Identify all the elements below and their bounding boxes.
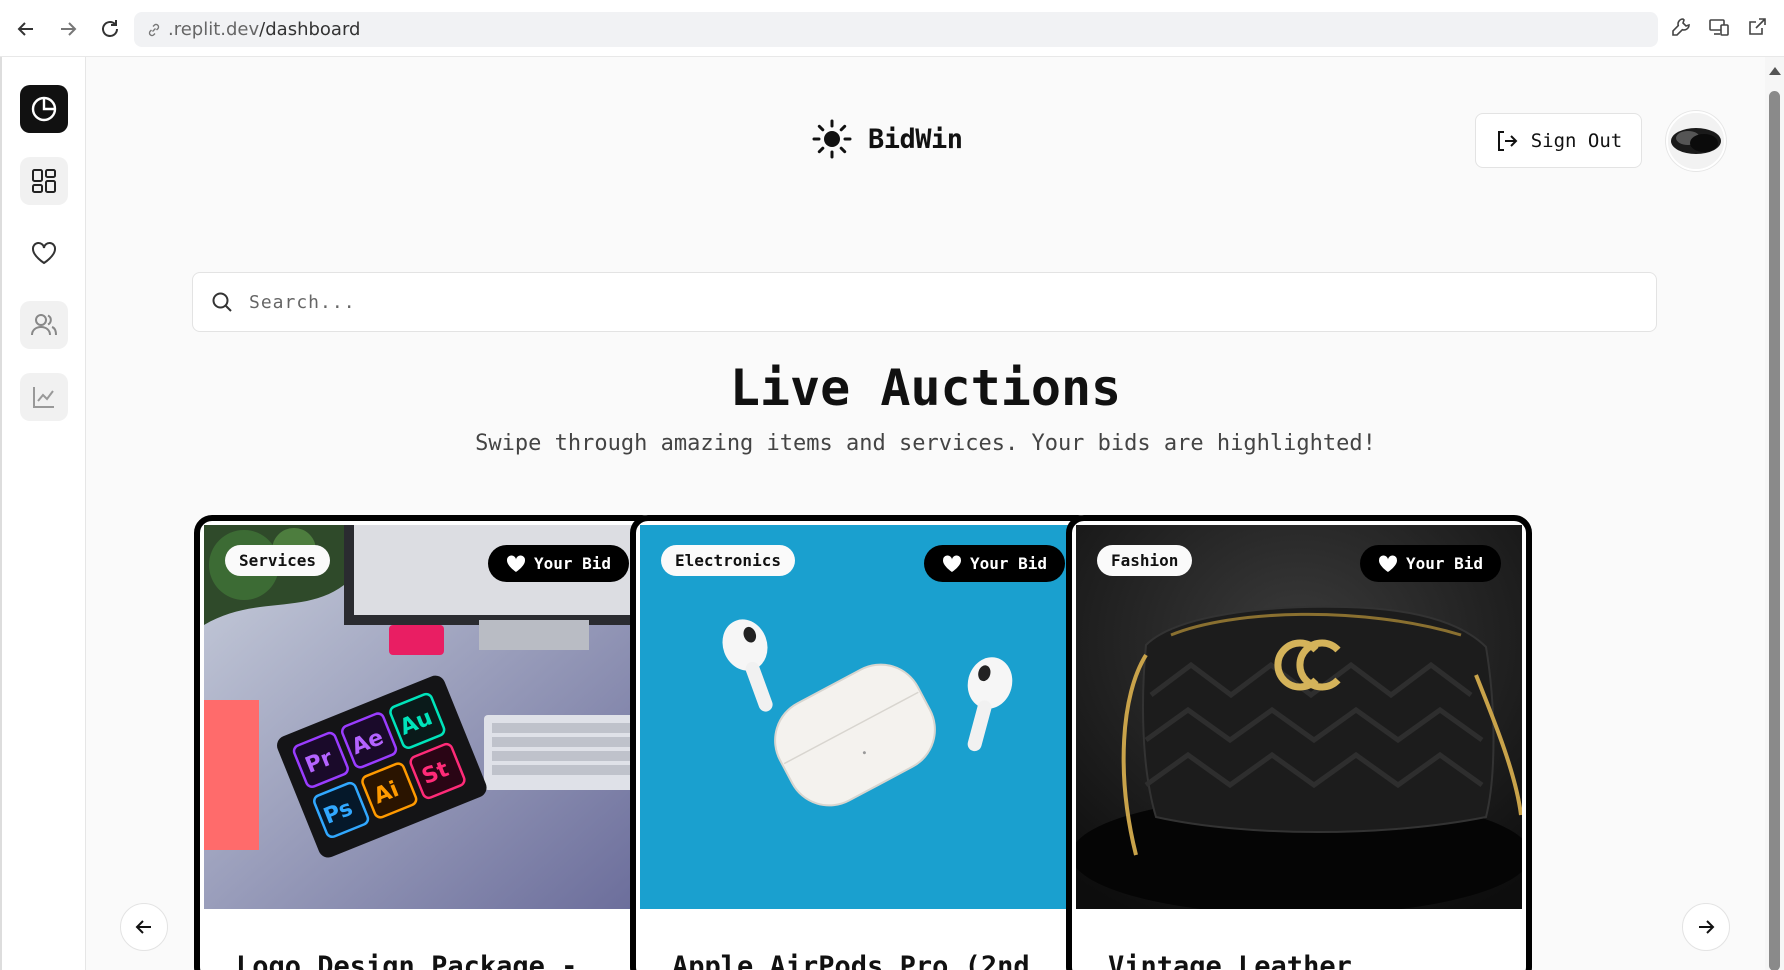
card-title: Logo Design Package - bbox=[236, 951, 578, 970]
grid-icon bbox=[32, 169, 56, 193]
main-content: BidWin Sign Out Search... Live Auctions … bbox=[86, 57, 1765, 970]
link-icon bbox=[146, 22, 162, 38]
reload-button[interactable] bbox=[97, 16, 123, 42]
card-image bbox=[640, 525, 1086, 909]
category-badge: Electronics bbox=[661, 545, 795, 576]
page-subtitle: Swipe through amazing items and services… bbox=[475, 431, 1376, 456]
auction-card[interactable]: Fashion Your Bid Vintage Leather bbox=[1066, 515, 1532, 970]
sidebar bbox=[0, 57, 86, 970]
card-title: Vintage Leather bbox=[1108, 951, 1352, 970]
your-bid-badge: Your Bid bbox=[1359, 545, 1501, 582]
arrow-left-icon bbox=[17, 22, 33, 36]
search-icon bbox=[212, 292, 232, 312]
avatar-image bbox=[1668, 113, 1724, 169]
arrow-right-icon bbox=[61, 22, 77, 36]
search-input[interactable]: Search... bbox=[249, 292, 356, 313]
scroll-up-arrow[interactable] bbox=[1769, 67, 1781, 75]
open-external-icon[interactable] bbox=[1746, 16, 1768, 42]
back-button[interactable] bbox=[13, 16, 39, 42]
search-bar[interactable]: Search... bbox=[192, 272, 1657, 332]
reload-icon bbox=[102, 20, 118, 37]
logout-icon bbox=[1497, 130, 1518, 151]
avatar[interactable] bbox=[1666, 111, 1726, 171]
devices-icon[interactable] bbox=[1708, 16, 1730, 42]
clock-chart-icon bbox=[31, 96, 57, 122]
url-path: /dashboard bbox=[259, 19, 361, 40]
card-image bbox=[1076, 525, 1522, 909]
your-bid-label: Your Bid bbox=[533, 554, 611, 573]
brand-name: BidWin bbox=[868, 123, 963, 155]
category-badge: Fashion bbox=[1097, 545, 1193, 576]
auction-card[interactable]: Pr Ae Au Ps Ai St Services Your Bid Logo… bbox=[194, 515, 660, 970]
wrench-icon[interactable] bbox=[1670, 16, 1692, 42]
sidebar-item-users[interactable] bbox=[20, 301, 68, 349]
your-bid-badge: Your Bid bbox=[923, 545, 1065, 582]
page-title: Live Auctions bbox=[729, 359, 1122, 417]
browser-tools bbox=[1670, 16, 1768, 42]
sign-out-button[interactable]: Sign Out bbox=[1475, 113, 1642, 168]
your-bid-label: Your Bid bbox=[1405, 554, 1483, 573]
your-bid-label: Your Bid bbox=[969, 554, 1047, 573]
sidebar-item-dashboard[interactable] bbox=[20, 85, 68, 133]
sun-icon bbox=[812, 119, 852, 159]
sidebar-item-favorites[interactable] bbox=[20, 229, 68, 277]
scrollbar[interactable] bbox=[1765, 57, 1784, 970]
brand-logo[interactable]: BidWin bbox=[812, 119, 963, 159]
card-title: Apple AirPods Pro (2nd bbox=[672, 951, 1030, 970]
heart-filled-icon bbox=[506, 554, 525, 572]
sidebar-item-grid[interactable] bbox=[20, 157, 68, 205]
browser-toolbar: .replit.dev/dashboard bbox=[0, 0, 1784, 57]
users-icon bbox=[31, 314, 57, 336]
address-bar[interactable]: .replit.dev/dashboard bbox=[134, 12, 1658, 47]
auction-card[interactable]: Electronics Your Bid Apple AirPods Pro (… bbox=[630, 515, 1096, 970]
url-domain: .replit.dev bbox=[168, 19, 260, 40]
card-image: Pr Ae Au Ps Ai St bbox=[204, 525, 650, 909]
carousel-prev-button[interactable] bbox=[120, 903, 168, 951]
category-badge: Services bbox=[225, 545, 331, 576]
sidebar-item-analytics[interactable] bbox=[20, 373, 68, 421]
forward-button[interactable] bbox=[55, 16, 81, 42]
arrow-right-icon bbox=[1699, 920, 1715, 934]
heart-filled-icon bbox=[942, 554, 961, 572]
your-bid-badge: Your Bid bbox=[487, 545, 629, 582]
heart-filled-icon bbox=[1378, 554, 1397, 572]
sign-out-label: Sign Out bbox=[1530, 129, 1623, 152]
line-chart-icon bbox=[33, 387, 54, 408]
scroll-thumb[interactable] bbox=[1769, 91, 1780, 970]
carousel-next-button[interactable] bbox=[1682, 903, 1730, 951]
arrow-left-icon bbox=[135, 920, 151, 934]
heart-icon bbox=[32, 242, 56, 265]
